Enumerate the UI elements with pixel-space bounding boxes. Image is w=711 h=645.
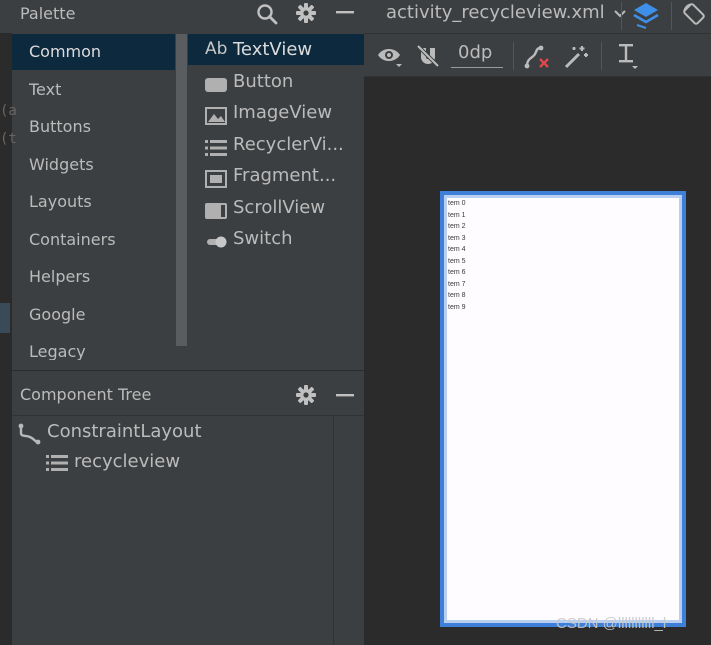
gutter-highlight: [0, 303, 10, 333]
editor-gutter-strip: (a (t: [0, 33, 17, 645]
recycler-list-item: tem 1: [448, 211, 466, 219]
toolbar-separator: [513, 42, 514, 70]
clear-constraints-icon[interactable]: [523, 44, 551, 70]
recycler-list-item: tem 2: [448, 223, 466, 230]
button-icon: [205, 73, 227, 92]
scrollview-icon: [205, 199, 227, 219]
palette-categories: Common Text Buttons Widgets Layouts Cont…: [12, 34, 188, 360]
layers-icon[interactable]: [632, 0, 660, 30]
switch-icon: [205, 230, 227, 248]
tree-divider: [12, 415, 364, 416]
palette-item-label: Button: [233, 71, 294, 92]
category-legacy[interactable]: Legacy: [12, 334, 175, 360]
recycler-list-item: tem 7: [448, 280, 466, 288]
palette-items: Ab TextView Button ImageView RecyclerVi.…: [188, 34, 364, 360]
gear-icon[interactable]: [294, 1, 318, 25]
category-layouts[interactable]: Layouts: [12, 184, 175, 220]
ab-text-icon: Ab: [205, 39, 228, 59]
recycler-list-item: tem 5: [448, 257, 466, 265]
palette-item-button[interactable]: Button: [188, 66, 364, 97]
recycler-list-item: tem 0: [448, 200, 466, 207]
align-icon[interactable]: [615, 42, 641, 70]
fragment-icon: [205, 167, 227, 188]
default-margin-value: 0dp: [458, 42, 493, 63]
recycler-list-item: tem 8: [448, 292, 466, 299]
palette-item-scrollview[interactable]: ScrollView: [188, 192, 364, 223]
recycler-list-item: tem 6: [448, 269, 466, 276]
file-tab-label: activity_recycleview.xml: [386, 2, 605, 23]
category-helpers[interactable]: Helpers: [12, 259, 175, 295]
list-icon: [46, 454, 68, 477]
recycler-list-item: tem 4: [448, 246, 466, 253]
palette-item-imageview[interactable]: ImageView: [188, 97, 364, 128]
magnet-off-icon[interactable]: [415, 44, 441, 68]
category-google[interactable]: Google: [12, 297, 175, 333]
recycler-list-item: tem 3: [448, 234, 466, 242]
palette-title: Palette: [20, 4, 76, 23]
image-icon: [205, 104, 227, 125]
minimize-icon[interactable]: [334, 1, 356, 23]
palette-item-switch[interactable]: Switch: [188, 223, 364, 254]
file-tab[interactable]: activity_recycleview.xml: [386, 2, 627, 24]
gear-icon[interactable]: [294, 383, 318, 407]
orientation-icon[interactable]: [681, 0, 707, 28]
tree-attributes-divider: [333, 416, 334, 645]
palette-item-label: Fragment...: [233, 165, 337, 186]
recycler-list-item: tem 9: [448, 303, 466, 311]
watermark: CSDN @lllllllllll_l: [556, 615, 667, 632]
gutter-mark: (t: [0, 131, 17, 147]
gutter-mark: (a: [0, 103, 17, 119]
list-icon: [205, 136, 227, 156]
magic-wand-icon[interactable]: [563, 44, 589, 70]
tree-node-label: recycleview: [74, 451, 181, 472]
device-screen[interactable]: tem 0 tem 1 tem 2 tem 3 tem 4 tem 5 tem …: [447, 198, 679, 620]
component-tree-title: Component Tree: [20, 385, 152, 404]
palette-item-label: TextView: [233, 39, 313, 60]
category-text[interactable]: Text: [12, 72, 175, 108]
category-buttons[interactable]: Buttons: [12, 109, 175, 145]
category-widgets[interactable]: Widgets: [12, 147, 175, 183]
palette-item-recyclerview[interactable]: RecyclerVi...: [188, 129, 364, 160]
palette-item-label: RecyclerVi...: [233, 134, 344, 155]
toolbar-separator: [601, 42, 602, 70]
palette-item-fragment[interactable]: Fragment...: [188, 160, 364, 191]
palette-item-label: ScrollView: [233, 197, 326, 218]
category-common[interactable]: Common: [12, 34, 175, 70]
toolbar-separator: [621, 2, 622, 30]
categories-scrollbar[interactable]: [176, 34, 187, 346]
eye-icon[interactable]: [377, 44, 403, 68]
toolbar-separator: [671, 2, 672, 30]
category-containers[interactable]: Containers: [12, 222, 175, 258]
minimize-icon[interactable]: [334, 384, 356, 406]
constraint-layout-icon: [18, 423, 42, 450]
search-icon[interactable]: [255, 2, 279, 26]
palette-item-textview[interactable]: Ab TextView: [188, 34, 364, 65]
tree-node-label: ConstraintLayout: [47, 421, 202, 442]
palette-item-label: ImageView: [233, 102, 333, 123]
palette-item-label: Switch: [233, 228, 293, 249]
panel-divider[interactable]: [12, 370, 364, 371]
